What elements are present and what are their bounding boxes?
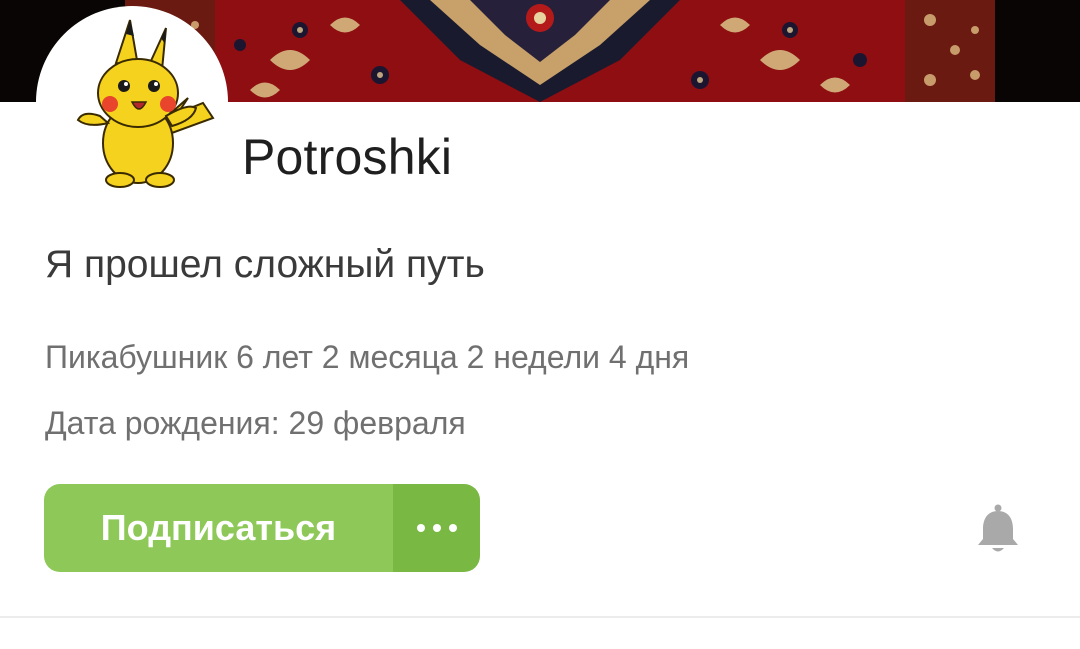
- subscribe-button-group: Подписаться: [44, 484, 480, 572]
- more-dot: [432, 524, 441, 532]
- more-options-button[interactable]: [393, 484, 480, 572]
- more-dot: [416, 524, 425, 532]
- section-divider: [0, 616, 1080, 618]
- birthday-text: Дата рождения: 29 февраля: [45, 405, 466, 441]
- profile-status-text: Я прошел сложный путь: [45, 243, 485, 286]
- more-dot: [448, 524, 457, 532]
- account-age-text: Пикабушник 6 лет 2 месяца 2 недели 4 дня: [45, 339, 690, 375]
- notifications-button[interactable]: [974, 503, 1022, 555]
- avatar[interactable]: [38, 8, 226, 196]
- more-horizontal-icon: [416, 524, 457, 532]
- profile-page: Potroshki Я прошел сложный путь Пикабушн…: [0, 0, 1080, 649]
- bell-icon: [978, 504, 1018, 552]
- username: Potroshki: [242, 129, 453, 185]
- subscribe-button[interactable]: Подписаться: [44, 484, 393, 572]
